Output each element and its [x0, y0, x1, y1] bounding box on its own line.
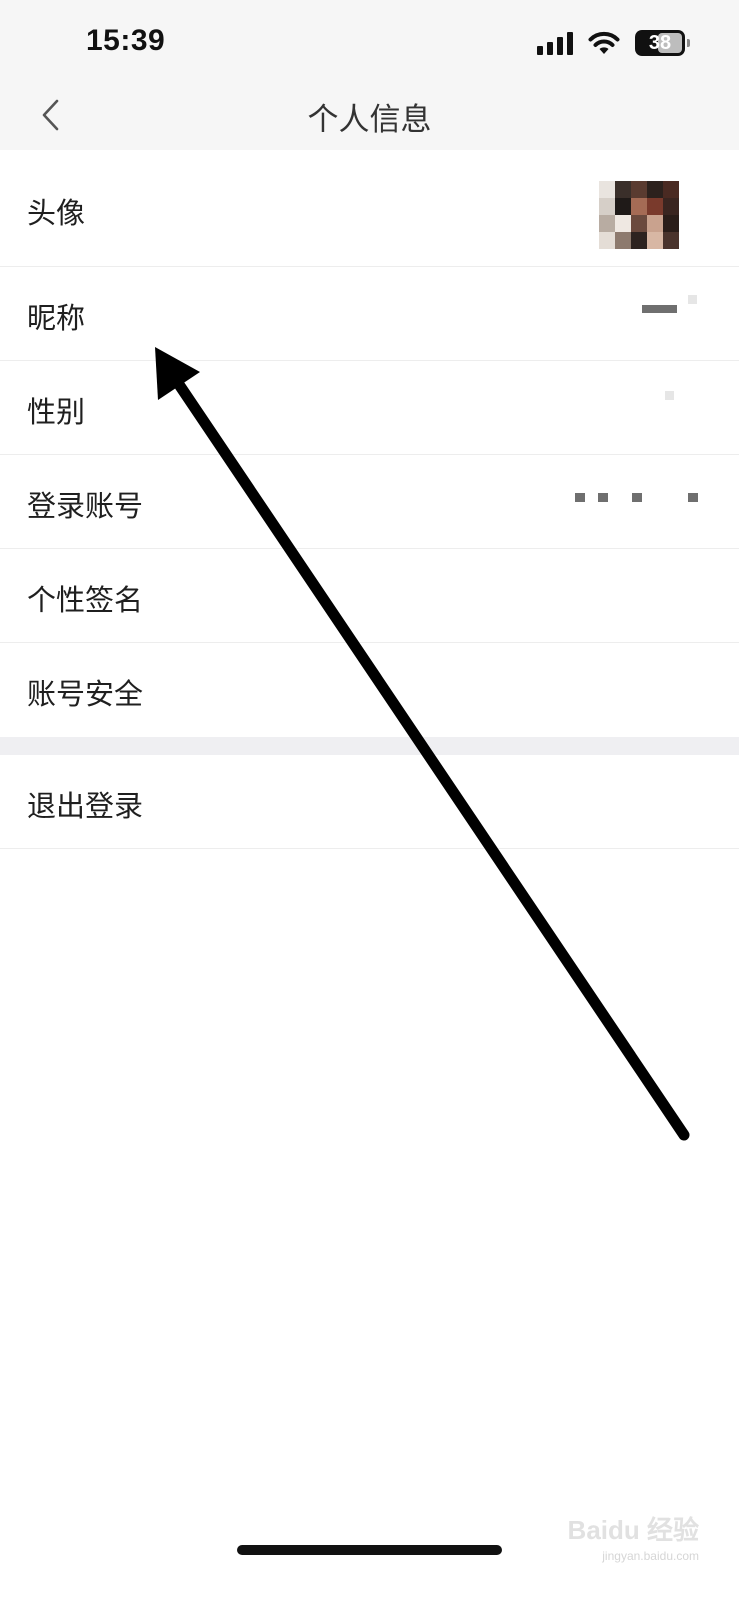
battery-icon: 38 — [635, 30, 690, 56]
logout-label: 退出登录 — [27, 789, 144, 823]
redacted-value — [598, 493, 608, 502]
list-item-label: 登录账号 — [27, 489, 144, 523]
list-item-login-account[interactable]: 登录账号 — [0, 455, 739, 549]
list-item-label: 昵称 — [27, 301, 86, 335]
list-item-label: 个性签名 — [27, 583, 144, 617]
home-indicator — [237, 1545, 502, 1555]
status-icons: 38 — [537, 28, 690, 58]
watermark: Baidu 经验 jingyan.baidu.com — [549, 1510, 699, 1570]
status-bar: 15:39 38 — [0, 0, 739, 80]
list-item-account-security[interactable]: 账号安全 — [0, 643, 739, 737]
list-item-label: 性别 — [27, 395, 86, 429]
avatar[interactable] — [599, 181, 679, 249]
redacted-value — [688, 493, 698, 502]
battery-level: 38 — [648, 31, 672, 54]
redacted-value — [575, 493, 585, 502]
redacted-value — [688, 295, 697, 304]
watermark-url: jingyan.baidu.com — [602, 1549, 699, 1563]
redacted-value — [642, 305, 677, 313]
section-divider — [0, 737, 739, 755]
nav-bar: 个人信息 — [0, 80, 739, 150]
list-item-avatar[interactable]: 头像 — [0, 150, 739, 267]
list-item-nickname[interactable]: 昵称 — [0, 267, 739, 361]
list-item-label: 账号安全 — [27, 677, 144, 711]
page-title: 个人信息 — [307, 102, 432, 138]
redacted-value — [665, 391, 674, 400]
logout-button[interactable]: 退出登录 — [0, 755, 739, 849]
list-item-gender[interactable]: 性别 — [0, 361, 739, 455]
redacted-value — [632, 493, 642, 502]
status-time: 15:39 — [86, 24, 166, 57]
signal-icon — [537, 31, 573, 55]
wifi-icon — [588, 31, 620, 54]
list-item-label: 头像 — [27, 196, 86, 230]
profile-list: 头像 昵称 性别 登录账号 个性签名 账号安全 退出登录 — [0, 150, 739, 849]
watermark-logo: Baidu 经验 — [567, 1515, 699, 1545]
list-item-signature[interactable]: 个性签名 — [0, 549, 739, 643]
